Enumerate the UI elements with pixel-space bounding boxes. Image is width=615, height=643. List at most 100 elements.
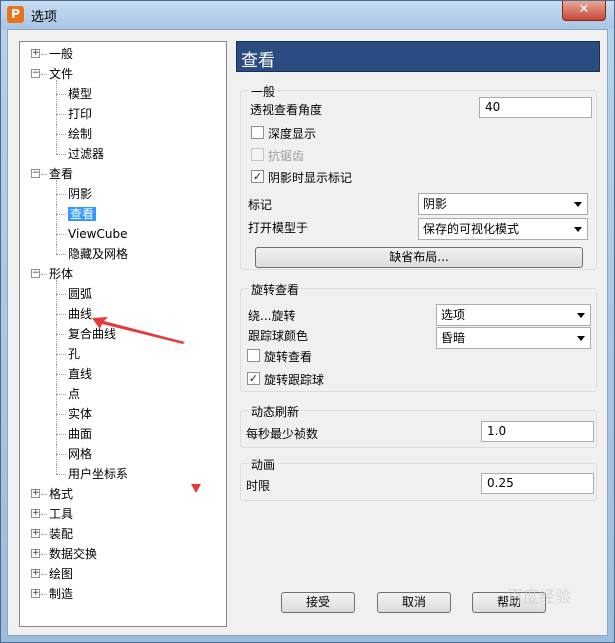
tree-item[interactable]: 绘制 bbox=[68, 125, 92, 143]
tree-connector bbox=[56, 414, 66, 415]
shade-marker-label: 阴影时显示标记 bbox=[268, 171, 353, 185]
expand-icon[interactable]: + bbox=[31, 549, 40, 558]
tree-connector bbox=[56, 224, 57, 244]
rotate-ball-label: 旋转跟踪球 bbox=[264, 373, 325, 387]
tree-category[interactable]: 形体 bbox=[49, 265, 73, 283]
tree-connector bbox=[56, 334, 66, 335]
antialias-checkbox[interactable] bbox=[251, 148, 264, 161]
default-layout-button[interactable]: 缺省布局... bbox=[255, 247, 583, 268]
tree-connector bbox=[56, 214, 66, 215]
tree-connector bbox=[41, 534, 47, 535]
tree-connector bbox=[41, 74, 47, 75]
tree-item-label: 孔 bbox=[68, 347, 81, 361]
ball-color-select[interactable]: 昏暗 bbox=[436, 327, 591, 349]
tree-item[interactable]: 直线 bbox=[68, 365, 92, 383]
tree-item[interactable]: 过滤器 bbox=[68, 145, 104, 163]
tree-connector bbox=[41, 274, 47, 275]
tree-connector bbox=[56, 344, 57, 364]
open-model-select[interactable]: 保存的可视化模式 bbox=[418, 218, 588, 240]
rotate-view-checkbox[interactable] bbox=[247, 349, 260, 362]
tree-item-label: 查看 bbox=[68, 207, 97, 221]
depth-checkbox[interactable] bbox=[251, 126, 264, 139]
tree-category[interactable]: 工具 bbox=[49, 505, 73, 523]
tree-connector bbox=[56, 154, 66, 155]
tree-category[interactable]: 装配 bbox=[49, 525, 73, 543]
tree-category[interactable]: 制造 bbox=[49, 585, 73, 603]
fps-input[interactable]: 1.0 bbox=[481, 421, 594, 442]
marker-select[interactable]: 阴影 bbox=[418, 193, 588, 215]
tree-item-label: 制造 bbox=[49, 587, 74, 601]
tree-connector bbox=[56, 180, 57, 204]
tree-item[interactable]: 模型 bbox=[68, 85, 92, 103]
tree-item[interactable]: 阴影 bbox=[68, 185, 92, 203]
tree-item-label: 点 bbox=[68, 387, 81, 401]
general-group-title: 一般 bbox=[249, 83, 278, 100]
expand-icon[interactable]: + bbox=[31, 509, 40, 518]
tree-category[interactable]: 查看 bbox=[49, 165, 73, 183]
dialog-client: + 一般 − 文件 模型 打印 绘制 过滤器 − 查看 阴影 查看 ViewCube 隐藏及网格 − 形体 圆弧… bbox=[7, 29, 608, 636]
tree-item[interactable]: 查看 bbox=[68, 205, 97, 223]
expand-icon[interactable]: + bbox=[31, 489, 40, 498]
perspective-input[interactable]: 40 bbox=[479, 97, 592, 118]
tree-connector bbox=[56, 354, 66, 355]
rotate-around-select[interactable]: 选项 bbox=[436, 304, 591, 326]
title-bar[interactable]: P 选项 ✕ bbox=[1, 1, 614, 29]
tree-connector bbox=[56, 374, 66, 375]
close-button[interactable]: ✕ bbox=[562, 1, 606, 21]
tree-connector bbox=[56, 94, 66, 95]
tree-item[interactable]: 曲面 bbox=[68, 425, 92, 443]
tree-connector bbox=[56, 394, 66, 395]
check-icon: ✓ bbox=[252, 170, 263, 183]
duration-input[interactable]: 0.25 bbox=[481, 473, 594, 494]
tree-item-label: 绘图 bbox=[49, 567, 74, 581]
tree-item[interactable]: ViewCube bbox=[68, 225, 127, 243]
tree-item-label: 过滤器 bbox=[68, 147, 105, 161]
tree-item[interactable]: 圆弧 bbox=[68, 285, 92, 303]
tree-category[interactable]: 文件 bbox=[49, 65, 73, 83]
tree-category[interactable]: 绘图 bbox=[49, 565, 73, 583]
expand-icon[interactable]: + bbox=[31, 529, 40, 538]
tree-item-label: 曲面 bbox=[68, 427, 93, 441]
tree-connector bbox=[41, 514, 47, 515]
shade-marker-checkbox[interactable]: ✓ bbox=[251, 170, 264, 183]
tree-item[interactable]: 网格 bbox=[68, 445, 92, 463]
tree-connector bbox=[56, 304, 57, 324]
tree-item[interactable]: 孔 bbox=[68, 345, 80, 363]
tree-item[interactable]: 用户坐标系 bbox=[68, 465, 128, 483]
tree-connector bbox=[41, 494, 47, 495]
tree-connector bbox=[56, 234, 66, 235]
collapse-icon[interactable]: − bbox=[31, 269, 40, 278]
ok-button[interactable]: 接受 bbox=[281, 592, 355, 613]
tree-connector bbox=[56, 134, 66, 135]
cancel-button[interactable]: 取消 bbox=[377, 592, 451, 613]
chevron-down-icon bbox=[577, 313, 585, 318]
tree-connector bbox=[56, 124, 57, 144]
rotate-around-label: 绕...旋转 bbox=[248, 309, 296, 323]
tree-item[interactable]: 点 bbox=[68, 385, 80, 403]
tree-item[interactable]: 打印 bbox=[68, 105, 92, 123]
tree-connector bbox=[56, 294, 66, 295]
tree-connector bbox=[56, 204, 57, 224]
collapse-icon[interactable]: − bbox=[31, 169, 40, 178]
tree-category[interactable]: 格式 bbox=[49, 485, 73, 503]
tree-item-label: 工具 bbox=[49, 507, 74, 521]
tree-category[interactable]: 数据交换 bbox=[49, 545, 97, 563]
collapse-icon[interactable]: − bbox=[31, 69, 40, 78]
tree-connector bbox=[56, 464, 57, 474]
expand-icon[interactable]: + bbox=[31, 569, 40, 578]
fps-label: 每秒最少祯数 bbox=[246, 427, 319, 441]
rotate-ball-checkbox[interactable]: ✓ bbox=[247, 372, 260, 385]
tree-item-label: 直线 bbox=[68, 367, 93, 381]
tree-item[interactable]: 实体 bbox=[68, 405, 92, 423]
tree-category[interactable]: 一般 bbox=[49, 45, 73, 63]
rotate-group-title: 旋转查看 bbox=[249, 281, 302, 298]
tree-connector bbox=[56, 404, 57, 424]
perspective-label: 透视查看角度 bbox=[250, 103, 323, 117]
tree-item[interactable]: 曲线 bbox=[68, 305, 92, 323]
tree-item-label: 打印 bbox=[68, 107, 93, 121]
tree-item[interactable]: 隐藏及网格 bbox=[68, 245, 128, 263]
section-header: 查看 bbox=[236, 41, 600, 72]
expand-icon[interactable]: + bbox=[31, 49, 40, 58]
annotation-triangle-icon bbox=[191, 484, 201, 493]
expand-icon[interactable]: + bbox=[31, 589, 40, 598]
